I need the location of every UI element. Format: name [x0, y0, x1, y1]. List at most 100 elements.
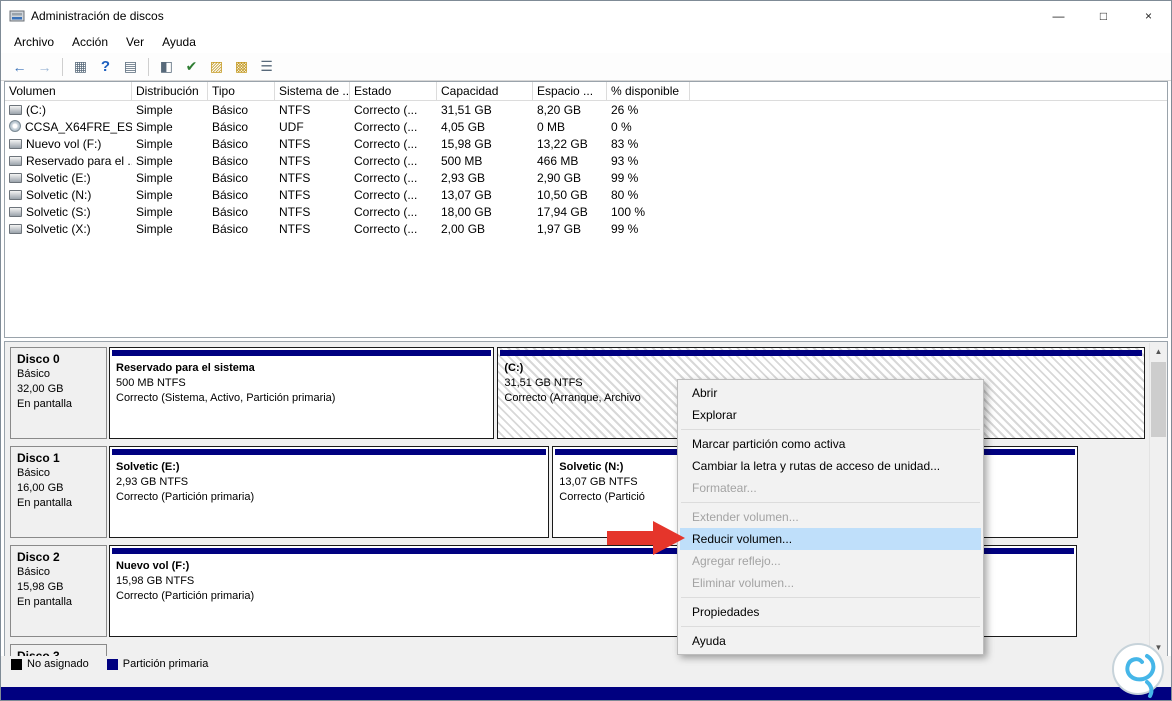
toolbar-separator [62, 57, 63, 76]
maximize-icon[interactable]: □ [1081, 1, 1126, 31]
action-pane-icon[interactable]: ◧ [154, 55, 179, 78]
cell-sistema: NTFS [279, 153, 311, 168]
context-menu: Abrir Explorar Marcar partición como act… [677, 379, 984, 655]
cell-distribucion: Simple [136, 119, 173, 134]
cell-estado: Correcto (... [354, 136, 418, 151]
menu-archivo[interactable]: Archivo [5, 32, 63, 52]
menu-item-abrir[interactable]: Abrir [680, 382, 981, 404]
cell-tipo: Básico [212, 119, 249, 134]
open-folder-icon[interactable]: ▨ [204, 55, 229, 78]
cell-disponible: 26 % [611, 102, 639, 117]
drive-icon [9, 223, 22, 234]
forward-icon[interactable]: → [32, 55, 57, 78]
list-view-icon[interactable]: ☰ [254, 55, 279, 78]
menu-item-cambiar-letra[interactable]: Cambiar la letra y rutas de acceso de un… [680, 455, 981, 477]
table-row[interactable]: Solvetic (X:) Simple Básico NTFS Correct… [5, 220, 1167, 237]
column-estado[interactable]: Estado [350, 82, 437, 100]
volume-name: Solvetic (N:) [26, 187, 92, 202]
menu-item-reducir-volumen[interactable]: Reducir volumen... [680, 528, 981, 550]
table-row[interactable]: Solvetic (E:) Simple Básico NTFS Correct… [5, 169, 1167, 186]
cell-distribucion: Simple [136, 102, 173, 117]
column-disponible[interactable]: % disponible [607, 82, 690, 100]
menu-item-agregar-reflejo: Agregar reflejo... [692, 554, 781, 568]
toolbar-separator [148, 57, 149, 76]
legend: No asignado Partición primaria [1, 656, 1171, 670]
disk-name: Disco 2 [17, 550, 60, 564]
column-espacio[interactable]: Espacio ... [533, 82, 607, 100]
cell-estado: Correcto (... [354, 221, 418, 236]
panes-icon[interactable]: ▤ [118, 55, 143, 78]
disk-status: En pantalla [17, 497, 73, 509]
close-icon[interactable]: × [1126, 1, 1171, 31]
column-tipo[interactable]: Tipo [208, 82, 275, 100]
disk-1-label[interactable]: Disco 1 Básico 16,00 GB En pantalla [10, 446, 107, 538]
cell-sistema: NTFS [279, 187, 311, 202]
cd-icon [9, 119, 21, 132]
menu-item-propiedades[interactable]: Propiedades [680, 601, 981, 623]
column-distribucion[interactable]: Distribución [132, 82, 208, 100]
volume-name: Solvetic (S:) [26, 204, 91, 219]
cell-disponible: 83 % [611, 136, 639, 151]
column-volumen[interactable]: Volumen [5, 82, 132, 100]
cell-sistema: NTFS [279, 136, 311, 151]
cell-distribucion: Simple [136, 153, 173, 168]
cell-distribucion: Simple [136, 187, 173, 202]
cell-disponible: 99 % [611, 221, 639, 236]
table-row[interactable]: Nuevo vol (F:) Simple Básico NTFS Correc… [5, 135, 1167, 152]
menu-item-extender-volumen: Extender volumen... [692, 510, 799, 524]
table-row[interactable]: Solvetic (N:) Simple Básico NTFS Correct… [5, 186, 1167, 203]
minimize-icon[interactable]: — [1036, 1, 1081, 31]
back-icon[interactable]: ← [7, 55, 32, 78]
drive-icon [9, 155, 22, 166]
partition-reservado-sistema[interactable]: Reservado para el sistema 500 MB NTFS Co… [109, 347, 495, 439]
disk-size: 15,98 GB [17, 581, 64, 593]
menu-item-ayuda[interactable]: Ayuda [680, 630, 981, 652]
menu-item-marcar-particion-activa[interactable]: Marcar partición como activa [680, 433, 981, 455]
table-row[interactable]: (C:) Simple Básico NTFS Correcto (... 31… [5, 101, 1167, 118]
menu-ver[interactable]: Ver [117, 32, 153, 52]
menu-item-explorar[interactable]: Explorar [680, 404, 981, 426]
partition-status: Correcto (Partición primaria) [116, 491, 255, 503]
table-row[interactable]: Solvetic (S:) Simple Básico NTFS Correct… [5, 203, 1167, 220]
help-icon[interactable]: ? [93, 55, 118, 78]
disk-0-label[interactable]: Disco 0 Básico 32,00 GB En pantalla [10, 347, 107, 439]
bottom-accent-strip [1, 687, 1171, 700]
volume-name: Nuevo vol (F:) [26, 136, 102, 151]
scrollbar-thumb[interactable] [1151, 362, 1166, 437]
cell-distribucion: Simple [136, 221, 173, 236]
disk-2-label[interactable]: Disco 2 Básico 15,98 GB En pantalla [10, 545, 107, 637]
column-sistema[interactable]: Sistema de ... [275, 82, 350, 100]
watermark-logo-icon [1112, 643, 1164, 698]
cell-tipo: Básico [212, 153, 249, 168]
scroll-up-icon[interactable]: ▲ [1150, 343, 1167, 360]
script-icon[interactable]: ▩ [229, 55, 254, 78]
partition-status: Correcto (Sistema, Activo, Partición pri… [116, 392, 336, 404]
legend-label: Partición primaria [122, 658, 209, 670]
cell-estado: Correcto (... [354, 204, 418, 219]
cell-tipo: Básico [212, 170, 249, 185]
menu-ayuda[interactable]: Ayuda [153, 32, 205, 52]
menu-accion[interactable]: Acción [63, 32, 117, 52]
table-row[interactable]: Reservado para el ... Simple Básico NTFS… [5, 152, 1167, 169]
column-capacidad[interactable]: Capacidad [437, 82, 533, 100]
menu-item-formatear: Formatear... [692, 481, 757, 495]
annotation-arrow-icon [607, 521, 685, 555]
window-controls: — □ × [1036, 1, 1171, 31]
cell-espacio: 10,50 GB [537, 187, 588, 202]
disk-size: 16,00 GB [17, 482, 64, 494]
cell-capacidad: 4,05 GB [441, 119, 486, 134]
column-filler [690, 82, 1167, 100]
vertical-scrollbar[interactable]: ▲ ▼ [1149, 343, 1166, 656]
partition-name: Solvetic (E:) [116, 461, 180, 473]
console-tree-icon[interactable]: ▦ [68, 55, 93, 78]
table-row[interactable]: CCSA_X64FRE_ES-... Simple Básico UDF Cor… [5, 118, 1167, 135]
window-title: Administración de discos [31, 9, 164, 23]
volume-name: Reservado para el ... [26, 153, 132, 168]
partition-solvetic-e[interactable]: Solvetic (E:) 2,93 GB NTFS Correcto (Par… [109, 446, 550, 538]
check-status-icon[interactable]: ✔ [179, 55, 204, 78]
menu-separator [681, 502, 980, 503]
disk-name: Disco 1 [17, 451, 60, 465]
toolbar: ← → ▦ ? ▤ ◧ ✔ ▨ ▩ ☰ [1, 53, 1171, 81]
cell-espacio: 1,97 GB [537, 221, 582, 236]
cell-espacio: 466 MB [537, 153, 579, 168]
